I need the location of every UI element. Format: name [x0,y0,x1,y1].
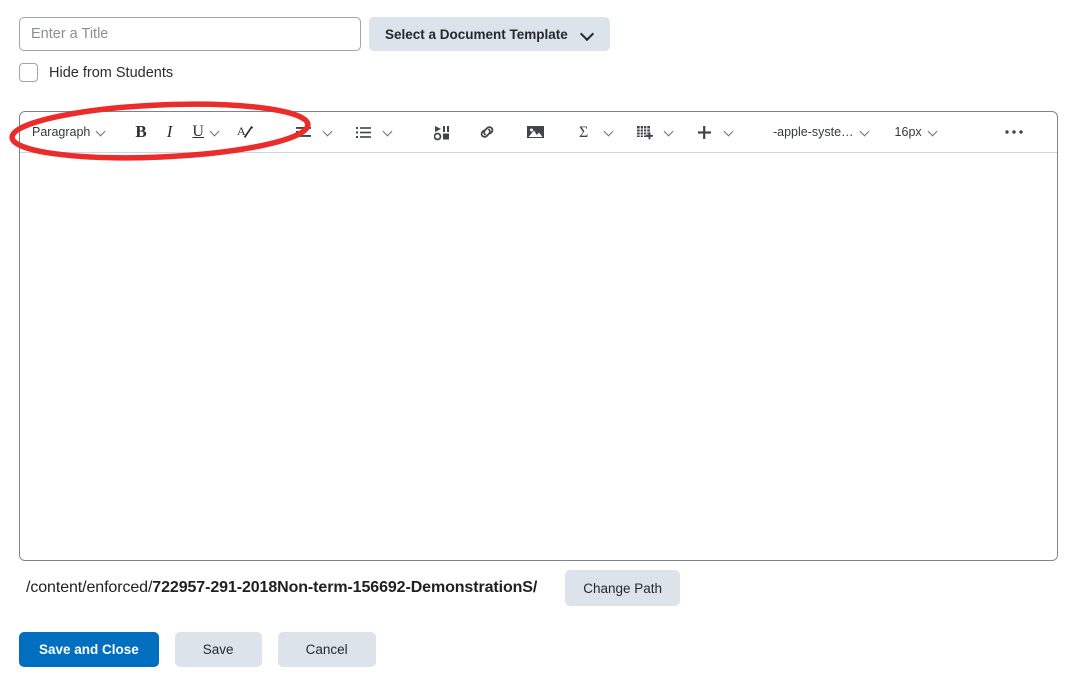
chevron-down-icon [722,125,736,139]
hide-from-students-row[interactable]: Hide from Students [19,63,173,82]
align-left-icon [291,119,317,145]
font-size-label: 16px [894,125,922,139]
chevron-down-icon [602,125,616,139]
insert-equation-dropdown[interactable]: Σ [558,117,618,147]
chevron-down-icon [662,125,676,139]
content-path: /content/enforced/722957-291-2018Non-ter… [26,579,537,597]
chevron-down-icon [381,125,395,139]
paragraph-style-label: Paragraph [32,125,91,139]
clear-formatting-button[interactable]: A [226,117,264,147]
cancel-button[interactable]: Cancel [277,632,376,667]
chevron-down-icon [208,125,222,139]
bulleted-list-icon [351,119,377,145]
editor-toolbar: Paragraph B I U A Σ -apple-syste… 16px [20,112,1057,153]
font-family-label: -apple-syste… [772,125,854,139]
fullscreen-button[interactable] [1049,117,1057,147]
select-document-template-button[interactable]: Select a Document Template [369,17,610,51]
underline-button[interactable]: U [183,117,226,147]
chevron-down-icon [94,125,108,139]
editor-content-area[interactable] [20,153,1057,560]
ellipsis-icon [1001,119,1027,145]
svg-text:Σ: Σ [579,124,588,141]
font-size-dropdown[interactable]: 16px [885,118,940,146]
insert-image-button[interactable] [509,117,558,147]
chevron-down-icon [321,125,335,139]
chevron-down-icon [858,125,872,139]
insert-media-icon [430,119,456,145]
insert-table-icon [632,119,658,145]
title-input[interactable] [19,17,361,51]
document-header-row: Select a Document Template [19,17,610,51]
hide-from-students-label: Hide from Students [49,64,174,81]
link-icon [474,119,500,145]
align-dropdown[interactable] [285,117,337,147]
hide-from-students-checkbox[interactable] [19,63,38,82]
path-prefix: /content/enforced/ [26,579,153,596]
select-document-template-label: Select a Document Template [385,26,568,42]
underline-label: U [192,123,204,140]
path-folder: 722957-291-2018Non-term-156692-Demonstra… [152,579,538,596]
html-editor: Paragraph B I U A Σ -apple-syste… 16px [19,111,1058,561]
a-pencil-icon: A [232,119,258,145]
save-and-close-button[interactable]: Save and Close [19,632,159,667]
font-family-dropdown[interactable]: -apple-syste… [765,118,872,146]
change-path-button[interactable]: Change Path [565,570,681,606]
bold-label: B [135,122,147,141]
expand-fullscreen-icon [1053,119,1057,145]
chevron-down-icon [926,125,940,139]
form-actions: Save and Close Save Cancel [19,632,376,667]
chevron-down-icon [582,28,594,40]
paragraph-style-dropdown[interactable]: Paragraph [28,117,112,147]
more-options-button[interactable] [993,117,1035,147]
insert-link-button[interactable] [465,117,509,147]
bold-button[interactable]: B [126,117,155,147]
plus-insert-icon [692,119,718,145]
insert-media-button[interactable] [418,117,465,147]
italic-label: I [166,122,173,141]
list-dropdown[interactable] [337,117,397,147]
insert-stuff-dropdown[interactable] [678,117,738,147]
save-button[interactable]: Save [174,632,262,667]
insert-table-dropdown[interactable] [618,117,678,147]
path-row: /content/enforced/722957-291-2018Non-ter… [26,570,681,606]
italic-button[interactable]: I [156,117,184,147]
image-icon [523,119,549,145]
sigma-equation-icon: Σ [572,119,598,145]
